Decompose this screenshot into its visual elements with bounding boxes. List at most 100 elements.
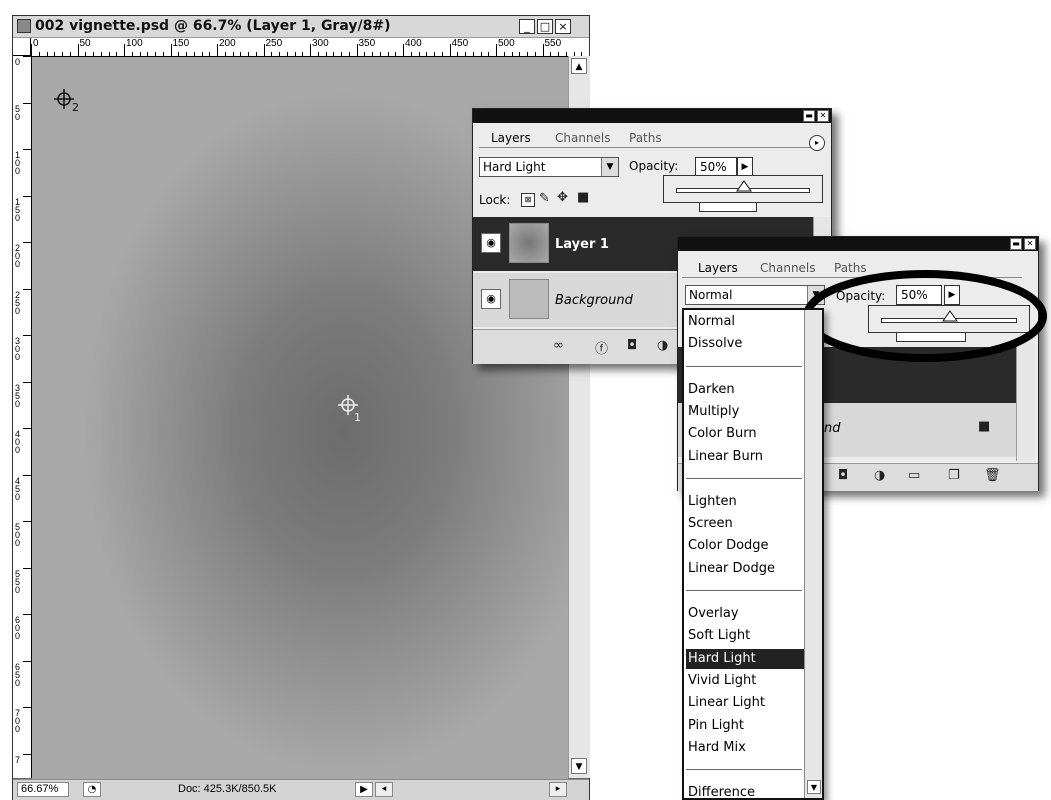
panel-close-icon[interactable]: ✕	[817, 110, 829, 122]
ruler-v-label: 350	[15, 382, 21, 409]
lock-label: Lock:	[479, 193, 511, 207]
scroll-down-icon[interactable]: ▼	[807, 780, 821, 794]
document-size: Doc: 425.3K/850.5K	[178, 783, 277, 795]
lock-brush-icon[interactable]: ✎	[539, 191, 550, 206]
ruler-h-label: 350	[358, 38, 376, 49]
blend-option-screen[interactable]: Screen	[686, 514, 804, 534]
list-separator	[686, 590, 802, 591]
ruler-v-label: 400	[15, 429, 21, 455]
tab-layers[interactable]: Layers	[491, 131, 531, 145]
link-layers-icon[interactable]: ∞	[553, 338, 564, 353]
layer-thumbnail	[509, 279, 549, 319]
blend-option-linear-light[interactable]: Linear Light	[686, 693, 804, 713]
blend-option-pin-light[interactable]: Pin Light	[686, 716, 804, 736]
lock-icon: ■	[978, 419, 991, 434]
list-separator	[686, 477, 802, 479]
lock-all-icon[interactable]: ■	[577, 190, 589, 205]
ruler-v-label: 50	[15, 103, 21, 122]
color-sampler-1-icon[interactable]	[336, 393, 366, 423]
opacity-arrow-icon[interactable]: ▶	[737, 157, 753, 177]
layer-name[interactable]: Background	[555, 293, 633, 308]
blend-option-difference[interactable]: Difference	[686, 783, 804, 798]
blend-option-hard-mix[interactable]: Hard Mix	[686, 738, 804, 758]
layer-name[interactable]: nd	[824, 421, 841, 436]
adjustment-layer-icon[interactable]: ◑	[657, 338, 668, 353]
trash-icon[interactable]: 🗑	[984, 468, 1001, 483]
photoshop-document-icon	[17, 19, 31, 33]
ruler-v-label: 100	[15, 150, 21, 176]
status-menu-arrow-icon[interactable]: ▶	[355, 782, 373, 797]
zoom-field[interactable]: 66.67%	[17, 782, 69, 797]
opacity-field[interactable]: 50%	[695, 157, 737, 177]
scroll-left-icon[interactable]: ◂	[375, 782, 393, 797]
sampler-2-label: 2	[72, 101, 79, 114]
ruler-h-label: 450	[451, 38, 469, 49]
visibility-eye-icon[interactable]: ◉	[481, 233, 501, 253]
adjustment-layer-icon[interactable]: ◑	[874, 468, 885, 483]
opacity-slider-popup[interactable]	[663, 175, 823, 203]
layer-mask-icon[interactable]: ◘	[627, 338, 637, 353]
status-info-icon[interactable]: ◔	[83, 782, 101, 797]
ruler-v-label: 700	[15, 708, 21, 734]
ruler-v-label: 7	[15, 754, 21, 765]
opacity-slider-thumb[interactable]	[736, 180, 752, 192]
panel-minimize-icon[interactable]: ▬	[1010, 238, 1022, 250]
ruler-h-label: 100	[126, 38, 143, 49]
document-title: 002 vignette.psd @ 66.7% (Layer 1, Gray/…	[35, 18, 391, 34]
ruler-h-label: 300	[312, 38, 329, 49]
blend-option-linear-burn[interactable]: Linear Burn	[686, 447, 804, 467]
blend-option-darken[interactable]: Darken	[686, 380, 804, 400]
scroll-up-icon[interactable]: ▲	[571, 58, 587, 74]
document-title-bar[interactable]: 002 vignette.psd @ 66.7% (Layer 1, Gray/…	[13, 16, 589, 38]
panel-close-icon[interactable]: ✕	[1024, 238, 1036, 250]
blend-option-color-dodge[interactable]: Color Dodge	[686, 536, 804, 556]
scroll-right-icon[interactable]: ▸	[549, 782, 567, 797]
tab-paths[interactable]: Paths	[629, 131, 662, 145]
layer-style-icon[interactable]: ⓕ	[595, 338, 608, 357]
ruler-v-label: 200	[15, 243, 21, 269]
layer-mask-icon[interactable]: ◘	[838, 468, 848, 483]
lock-move-icon[interactable]: ✥	[557, 190, 568, 205]
blend-option-dissolve[interactable]: Dissolve	[686, 334, 804, 354]
blend-option-normal[interactable]: Normal	[686, 312, 804, 332]
scroll-down-icon[interactable]: ▼	[571, 758, 587, 774]
ruler-h-label: 400	[405, 38, 422, 49]
horizontal-ruler[interactable]: 0 50 100 150 200 250 300 350 400 450 500 550	[31, 38, 589, 57]
tab-layers[interactable]: Layers	[698, 261, 738, 275]
blend-mode-value: Hard Light	[483, 160, 546, 174]
vertical-ruler[interactable]: 0 50 100 150 200 250 300 350 400 450 500 550 600 650 7…	[13, 56, 32, 778]
blend-option-color-burn[interactable]: Color Burn	[686, 424, 804, 444]
panel-menu-icon[interactable]: ▸	[809, 135, 825, 151]
lock-transparent-icon[interactable]: ⊠	[521, 193, 535, 207]
minimize-button[interactable]: _	[519, 19, 535, 34]
ruler-h-label: 200	[219, 38, 236, 49]
ruler-h-label: 550	[544, 38, 562, 49]
blend-option-overlay[interactable]: Overlay	[686, 604, 804, 624]
blend-option-lighten[interactable]: Lighten	[686, 492, 804, 512]
blend-option-hard-light[interactable]: Hard Light	[686, 648, 804, 669]
ruler-v-label: 600	[15, 615, 21, 641]
ruler-h-label: 250	[265, 38, 283, 49]
panel-minimize-icon[interactable]: ▬	[803, 110, 815, 122]
blend-option-multiply[interactable]: Multiply	[686, 402, 804, 422]
blend-option-linear-dodge[interactable]: Linear Dodge	[686, 559, 804, 579]
visibility-eye-icon[interactable]: ◉	[481, 289, 501, 309]
close-button[interactable]: ×	[555, 19, 571, 34]
ruler-origin[interactable]	[13, 38, 31, 56]
ruler-v-label: 550	[15, 568, 21, 595]
blend-mode-select[interactable]: Hard Light ▼	[479, 157, 619, 177]
blend-mode-dropdown-list[interactable]: Normal Dissolve Darken Multiply Color Burn Li…	[682, 308, 824, 800]
panel-title-bar[interactable]: ▬ ✕	[678, 237, 1038, 251]
tab-channels[interactable]: Channels	[555, 131, 611, 145]
blend-option-soft-light[interactable]: Soft Light	[686, 626, 804, 646]
ruler-v-label: 250	[15, 289, 21, 316]
maximize-button[interactable]: □	[537, 19, 553, 34]
blend-mode-value: Normal	[689, 288, 733, 302]
ruler-v-label: 650	[15, 661, 21, 688]
blend-option-vivid-light[interactable]: Vivid Light	[686, 671, 804, 691]
panel-title-bar[interactable]: ▬ ✕	[473, 109, 831, 123]
layer-name[interactable]: Layer 1	[555, 237, 609, 252]
new-layer-icon[interactable]: ❐	[948, 468, 960, 483]
new-group-icon[interactable]: ▭	[908, 468, 920, 483]
list-scrollbar[interactable]: ▼	[804, 310, 822, 798]
